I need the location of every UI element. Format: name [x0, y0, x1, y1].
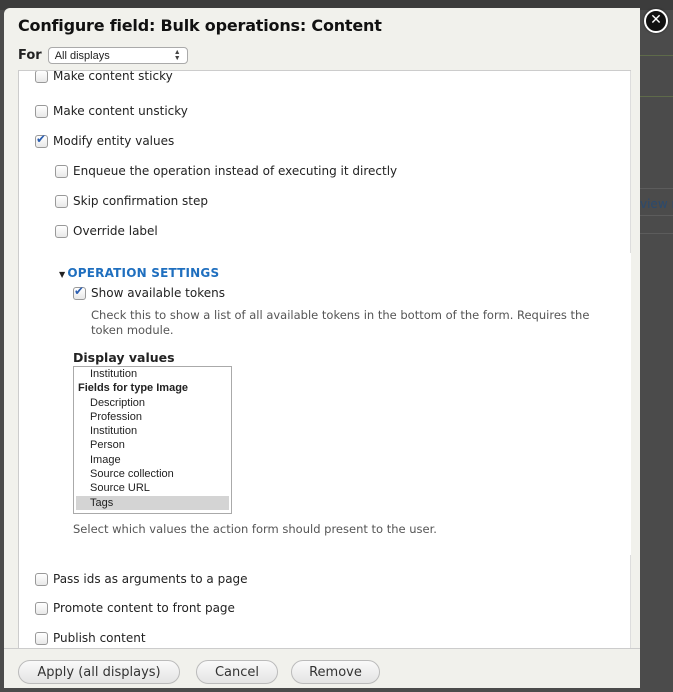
checkbox-override-label[interactable]: Override label — [55, 224, 158, 238]
checkbox-label: Show available tokens — [91, 286, 225, 300]
display-values-label: Display values — [73, 350, 175, 365]
checkbox-label: Promote content to front page — [53, 601, 235, 615]
checkbox-pass-ids[interactable]: Pass ids as arguments to a page — [35, 572, 248, 586]
checkbox-label: Make content sticky — [53, 70, 173, 83]
checkbox-label: Publish content — [53, 631, 146, 645]
listbox-option[interactable]: Profession — [74, 410, 231, 424]
listbox-option[interactable]: Institution — [74, 424, 231, 438]
background-divider — [640, 215, 673, 216]
operation-settings-legend: OPERATION SETTINGS — [67, 266, 220, 280]
for-row: For All displays ▲ ▼ — [18, 47, 188, 64]
checkbox-promote-content[interactable]: Promote content to front page — [35, 601, 235, 615]
cancel-button[interactable]: Cancel — [196, 660, 278, 684]
listbox-option[interactable]: Institution — [74, 367, 231, 381]
checkbox-label: Pass ids as arguments to a page — [53, 572, 248, 586]
apply-button[interactable]: Apply (all displays) — [18, 660, 180, 684]
checkbox-make-content-sticky[interactable]: Make content sticky — [35, 70, 173, 83]
checkbox-icon[interactable] — [55, 224, 68, 238]
checkbox-checked-icon[interactable] — [35, 132, 48, 148]
listbox-option[interactable]: Description — [74, 396, 231, 410]
background-divider — [640, 55, 673, 56]
operation-settings-toggle[interactable]: ▼ OPERATION SETTINGS — [59, 266, 219, 280]
checkbox-make-content-unsticky[interactable]: Make content unsticky — [35, 104, 188, 118]
checkbox-checked-icon[interactable] — [73, 284, 86, 300]
background-divider — [640, 233, 673, 234]
checkbox-skip-confirmation[interactable]: Skip confirmation step — [55, 194, 208, 208]
for-label: For — [18, 48, 42, 63]
displays-select[interactable]: All displays ▲ ▼ — [47, 47, 188, 64]
listbox-option[interactable]: Image — [74, 453, 231, 467]
background-divider — [640, 188, 673, 189]
show-tokens-description: Check this to show a list of all availab… — [91, 308, 590, 337]
checkbox-enqueue-operation[interactable]: Enqueue the operation instead of executi… — [55, 164, 397, 178]
checkbox-icon[interactable] — [35, 572, 48, 586]
displays-select-value: All displays — [54, 49, 110, 62]
listbox-option-selected[interactable]: Tags — [76, 495, 229, 510]
remove-button[interactable]: Remove — [291, 660, 380, 684]
checkbox-icon[interactable] — [35, 631, 48, 645]
checkbox-icon[interactable] — [35, 71, 48, 83]
checkbox-label: Make content unsticky — [53, 104, 188, 118]
listbox-option[interactable]: Source URL — [74, 481, 231, 495]
checkbox-icon[interactable] — [55, 194, 68, 208]
checkbox-label: Modify entity values — [53, 134, 175, 148]
checkbox-show-available-tokens[interactable]: Show available tokens — [73, 284, 225, 300]
dialog-footer: Apply (all displays) Cancel Remove — [4, 648, 640, 688]
scroll-divider — [630, 555, 631, 649]
display-values-listbox[interactable]: Institution Fields for type Image Descri… — [73, 366, 232, 514]
close-icon[interactable]: ✕ — [644, 9, 668, 33]
listbox-option[interactable]: Source collection — [74, 467, 231, 481]
updown-arrows-icon: ▲ ▼ — [173, 48, 181, 62]
checkbox-label: Enqueue the operation instead of executi… — [73, 164, 398, 178]
configure-field-dialog: Configure field: Bulk operations: Conten… — [4, 8, 640, 688]
checkbox-label: Skip confirmation step — [73, 194, 208, 208]
triangle-down-icon: ▼ — [59, 270, 66, 279]
checkbox-modify-entity-values[interactable]: Modify entity values — [35, 132, 175, 148]
checkbox-icon[interactable] — [35, 601, 48, 615]
dialog-title: Configure field: Bulk operations: Conten… — [18, 16, 382, 35]
listbox-optgroup: Fields for type Image — [78, 382, 189, 395]
scroll-divider — [630, 71, 631, 253]
checkbox-icon[interactable] — [35, 104, 48, 118]
listbox-option[interactable]: Person — [74, 438, 231, 452]
background-link[interactable]: view n — [640, 197, 673, 211]
background-divider — [640, 96, 673, 97]
display-values-description: Select which values the action form shou… — [73, 522, 437, 536]
checkbox-label: Override label — [73, 224, 158, 238]
dialog-scroll-body[interactable]: Make content sticky Make content unstick… — [18, 70, 631, 649]
checkbox-publish-content[interactable]: Publish content — [35, 631, 146, 645]
checkbox-icon[interactable] — [55, 164, 68, 178]
